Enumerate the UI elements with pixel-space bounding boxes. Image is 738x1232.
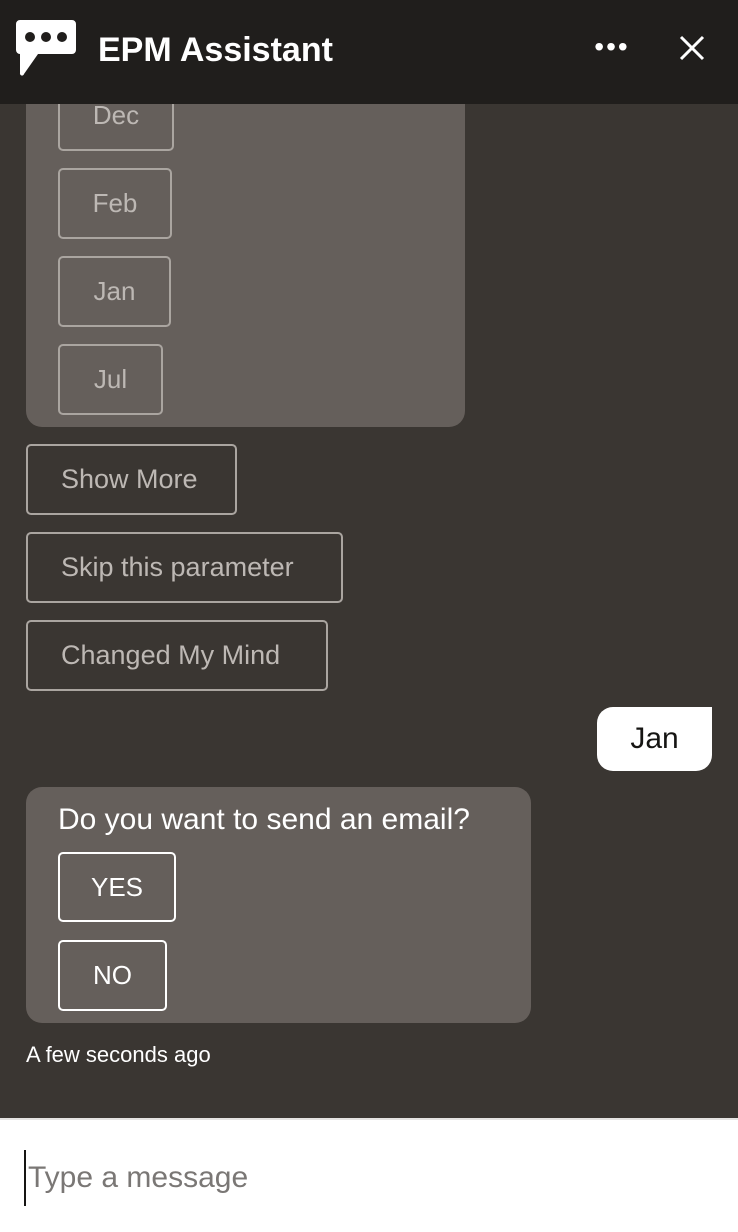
option-jul-button[interactable]: Jul [58, 344, 163, 415]
header: EPM Assistant ••• [0, 0, 738, 104]
option-jan-button[interactable]: Jan [58, 256, 171, 327]
option-feb-button[interactable]: Feb [58, 168, 172, 239]
skip-parameter-button[interactable]: Skip this parameter [26, 532, 343, 603]
user-message: Jan [597, 707, 712, 771]
app-title: EPM Assistant [98, 31, 333, 69]
close-icon[interactable] [672, 28, 712, 68]
message-input[interactable] [24, 1150, 714, 1206]
timestamp: A few seconds ago [26, 1042, 211, 1067]
chat-bubble-icon [16, 20, 76, 76]
email-question: Do you want to send an email? [58, 803, 470, 836]
changed-my-mind-button[interactable]: Changed My Mind [26, 620, 328, 691]
yes-button[interactable]: YES [58, 852, 176, 922]
show-more-button[interactable]: Show More [26, 444, 237, 515]
more-horizontal-icon[interactable]: ••• [590, 30, 634, 66]
no-button[interactable]: NO [58, 940, 167, 1011]
